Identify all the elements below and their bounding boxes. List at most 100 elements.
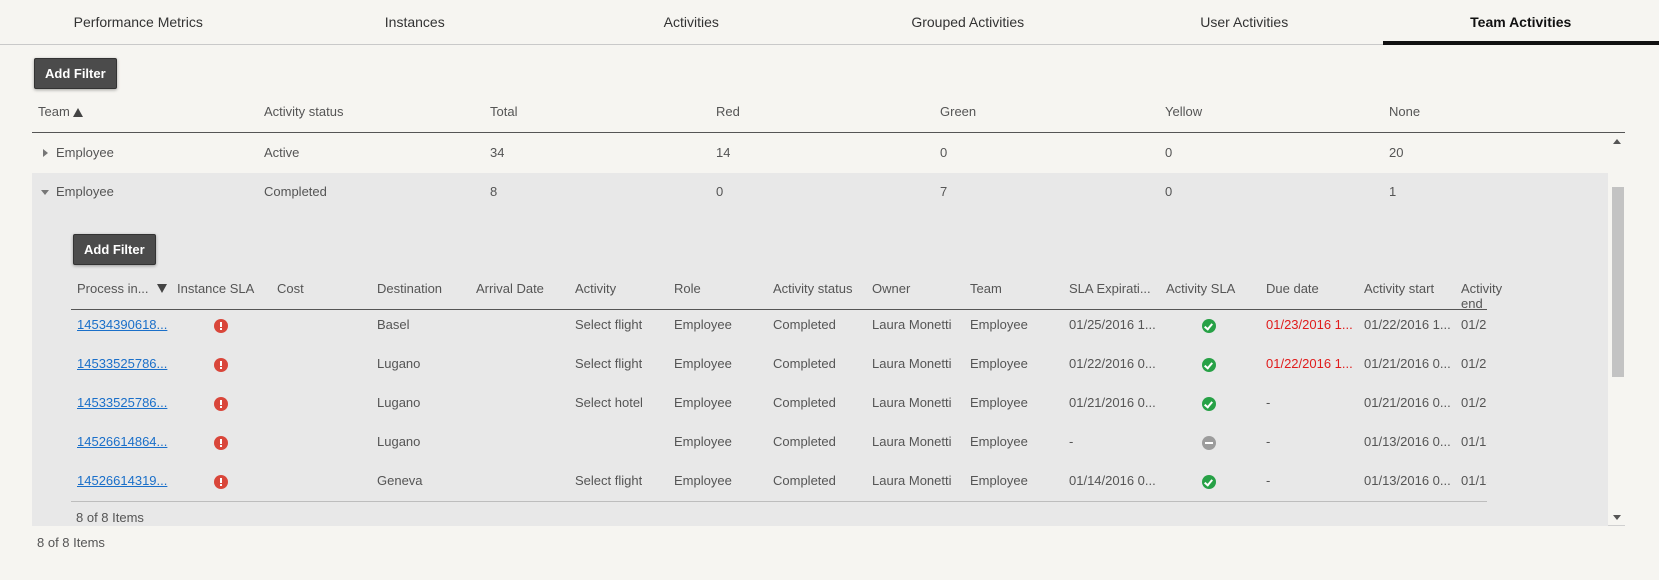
column-header-yellow[interactable]: Yellow [1165, 104, 1202, 119]
column-header-team[interactable]: Team [970, 281, 1002, 296]
instance-sla-error-icon [214, 475, 228, 489]
column-header-total[interactable]: Total [490, 104, 517, 119]
cell-owner: Laura Monetti [872, 356, 952, 371]
cell-team: Employee [970, 317, 1028, 332]
cell-due-date: 01/22/2016 1... [1266, 356, 1353, 371]
cell-process-instance[interactable]: 14533525786... [77, 395, 169, 410]
scroll-down-arrow-icon[interactable] [1613, 515, 1621, 520]
column-header-none[interactable]: None [1389, 104, 1420, 119]
cell-process-instance[interactable]: 14526614319... [77, 473, 169, 488]
cell-activity: Select flight [575, 473, 643, 488]
column-header-activity-start[interactable]: Activity start [1364, 281, 1434, 296]
cell-sla-expiration: 01/25/2016 1... [1069, 317, 1156, 332]
column-header-cost[interactable]: Cost [277, 281, 304, 296]
cell-process-instance[interactable]: 14534390618... [77, 317, 169, 332]
table-row[interactable]: 14526614319... Geneva Select flight Employe… [71, 473, 1487, 501]
cell-due-date: - [1266, 473, 1271, 488]
tab-bar: Performance Metrics Instances Activities… [0, 0, 1659, 45]
cell-activity-status: Completed [264, 184, 327, 199]
column-header-activity-status[interactable]: Activity status [773, 281, 852, 296]
activity-sla-none-icon [1202, 436, 1216, 450]
sort-descending-icon [156, 284, 167, 293]
cell-activity-end: 01/21/2016 0... [1461, 356, 1487, 371]
cell-owner: Laura Monetti [872, 395, 952, 410]
cell-owner: Laura Monetti [872, 434, 952, 449]
cell-role: Employee [674, 473, 732, 488]
cell-process-instance[interactable]: 14526614864... [77, 434, 169, 449]
add-filter-button[interactable]: Add Filter [34, 58, 117, 89]
cell-owner: Laura Monetti [872, 317, 952, 332]
column-header-process-instance-label: Process in... [77, 281, 149, 296]
column-header-arrival-date[interactable]: Arrival Date [476, 281, 544, 296]
cell-destination: Geneva [377, 473, 423, 488]
expand-caret-icon[interactable] [43, 149, 48, 157]
tab-instances[interactable]: Instances [277, 0, 554, 44]
table-row[interactable]: 14533525786... Lugano Select hotel Employee… [71, 395, 1487, 438]
tab-activities[interactable]: Activities [553, 0, 830, 44]
inner-add-filter-button[interactable]: Add Filter [73, 234, 156, 265]
column-header-red[interactable]: Red [716, 104, 740, 119]
cell-destination: Lugano [377, 434, 421, 449]
inner-item-count: 8 of 8 Items [76, 510, 144, 525]
column-header-green[interactable]: Green [940, 104, 976, 119]
cell-due-date: - [1266, 395, 1271, 410]
table-row[interactable]: 14534390618... Basel Select flight Employee… [71, 317, 1487, 360]
cell-none: 20 [1389, 145, 1404, 160]
cell-activity: Select flight [575, 356, 643, 371]
activity-sla-check-icon [1202, 475, 1216, 489]
column-header-team-label: Team [38, 104, 70, 119]
cell-activity: Select flight [575, 317, 643, 332]
cell-activity: Select hotel [575, 395, 643, 410]
table-row[interactable]: 14526614864... Lugano Employee Completed Lau… [71, 434, 1487, 477]
cell-sla-expiration: 01/22/2016 0... [1069, 356, 1156, 371]
tab-performance-metrics[interactable]: Performance Metrics [0, 0, 277, 44]
activity-sla-check-icon [1202, 397, 1216, 411]
column-header-instance-sla[interactable]: Instance SLA [177, 281, 254, 296]
column-header-owner[interactable]: Owner [872, 281, 910, 296]
column-header-activity-status[interactable]: Activity status [264, 104, 343, 119]
cell-activity-start: 01/13/2016 0... [1364, 434, 1451, 449]
table-row[interactable]: Employee Active 34 14 0 0 20 [32, 134, 1608, 173]
cell-activity-status: Completed [773, 434, 836, 449]
cell-activity-status: Completed [773, 395, 836, 410]
cell-yellow: 0 [1165, 145, 1173, 160]
tab-user-activities[interactable]: User Activities [1106, 0, 1383, 44]
collapse-caret-icon[interactable] [41, 190, 49, 195]
cell-yellow: 0 [1165, 184, 1173, 199]
cell-sla-expiration: - [1069, 434, 1074, 449]
outer-vertical-scrollbar[interactable] [1609, 134, 1625, 526]
column-header-activity-sla[interactable]: Activity SLA [1166, 281, 1235, 296]
cell-none: 1 [1389, 184, 1397, 199]
cell-green: 0 [940, 145, 948, 160]
cell-team: Employee [970, 395, 1028, 410]
cell-activity-status: Active [264, 145, 300, 160]
cell-team: Employee [56, 184, 114, 199]
tab-team-activities[interactable]: Team Activities [1382, 0, 1659, 45]
tab-grouped-activities[interactable]: Grouped Activities [830, 0, 1107, 44]
column-header-role[interactable]: Role [674, 281, 701, 296]
column-header-sla-expiration[interactable]: SLA Expirati... [1069, 281, 1151, 296]
cell-role: Employee [674, 356, 732, 371]
cell-sla-expiration: 01/14/2016 0... [1069, 473, 1156, 488]
scroll-up-arrow-icon[interactable] [1613, 139, 1621, 144]
instance-sla-error-icon [214, 436, 228, 450]
cell-total: 34 [490, 145, 505, 160]
cell-process-instance[interactable]: 14533525786... [77, 356, 169, 371]
sort-ascending-icon [72, 108, 83, 117]
cell-red: 0 [716, 184, 724, 199]
column-header-activity[interactable]: Activity [575, 281, 616, 296]
cell-role: Employee [674, 317, 732, 332]
cell-activity-end: 01/22/2016 1... [1461, 317, 1487, 332]
cell-role: Employee [674, 434, 732, 449]
column-header-due-date[interactable]: Due date [1266, 281, 1319, 296]
column-header-process-instance[interactable]: Process in... [77, 281, 167, 296]
cell-green: 7 [940, 184, 948, 199]
scrollbar-thumb[interactable] [1612, 187, 1624, 377]
cell-activity-status: Completed [773, 356, 836, 371]
table-row[interactable]: 14533525786... Lugano Select flight Employe… [71, 356, 1487, 399]
column-header-destination[interactable]: Destination [377, 281, 442, 296]
activity-sla-check-icon [1202, 319, 1216, 333]
cell-activity-start: 01/21/2016 0... [1364, 395, 1451, 410]
column-header-team[interactable]: Team [38, 104, 83, 119]
cell-due-date: - [1266, 434, 1271, 449]
